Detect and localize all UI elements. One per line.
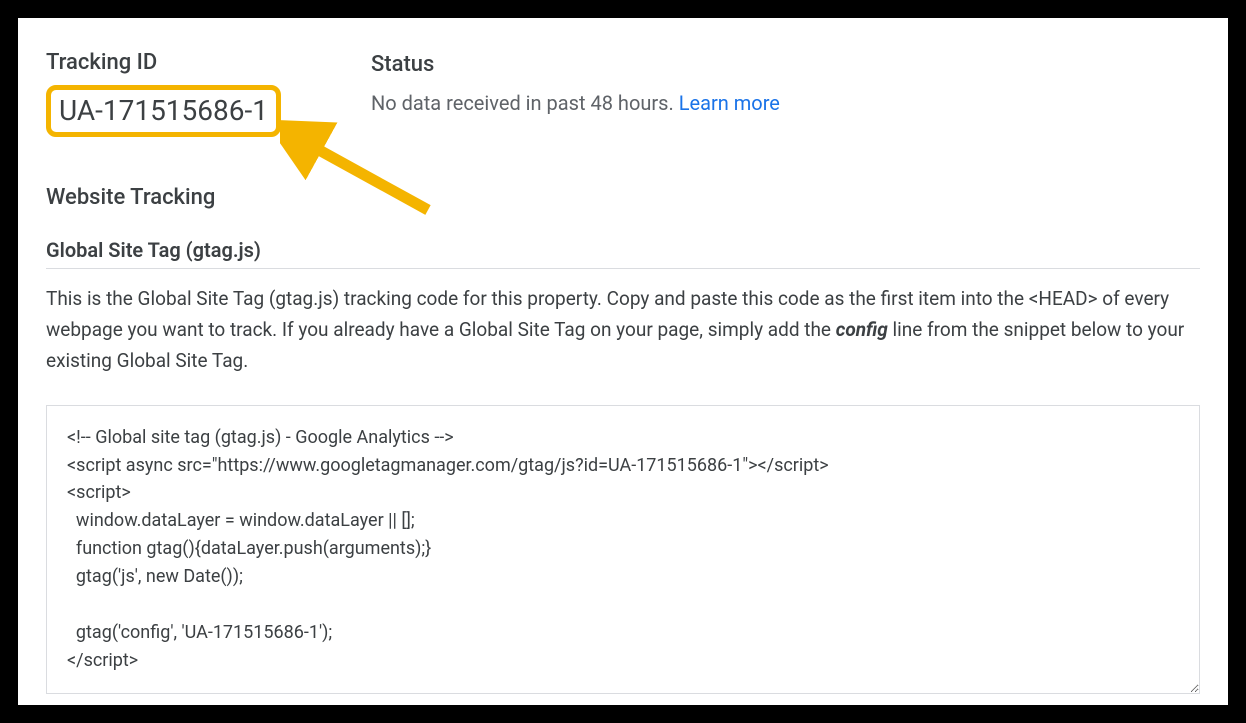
- learn-more-link[interactable]: Learn more: [679, 91, 780, 115]
- website-tracking-heading: Website Tracking: [46, 185, 1200, 210]
- tracking-id-section: Tracking ID UA-171515686-1: [46, 50, 281, 137]
- page-container: Tracking ID UA-171515686-1 Status No dat…: [18, 18, 1228, 705]
- tracking-id-label: Tracking ID: [46, 50, 281, 75]
- gtag-heading: Global Site Tag (gtag.js): [46, 238, 261, 268]
- gtag-config-emphasis: config: [836, 318, 888, 341]
- status-label: Status: [371, 52, 780, 77]
- gtag-description: This is the Global Site Tag (gtag.js) tr…: [46, 283, 1200, 377]
- code-snippet-box[interactable]: <!-- Global site tag (gtag.js) - Google …: [46, 405, 1200, 694]
- tracking-id-value: UA-171515686-1: [46, 85, 281, 137]
- status-section: Status No data received in past 48 hours…: [371, 50, 780, 137]
- top-row: Tracking ID UA-171515686-1 Status No dat…: [46, 50, 1200, 137]
- gtag-heading-row: Global Site Tag (gtag.js): [46, 238, 1200, 269]
- status-text-value: No data received in past 48 hours.: [371, 91, 679, 115]
- status-text: No data received in past 48 hours. Learn…: [371, 91, 780, 115]
